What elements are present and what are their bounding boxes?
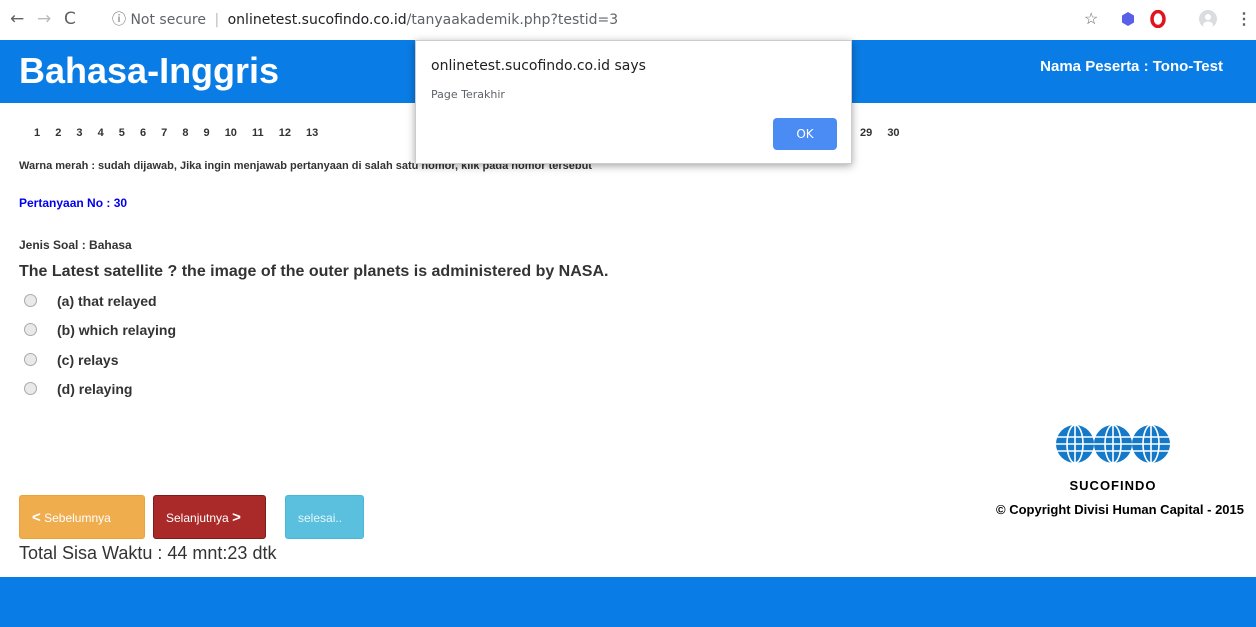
question-number-link[interactable]: 3	[76, 127, 82, 139]
option-label: (d) relaying	[57, 381, 133, 397]
info-icon[interactable]: ⓘ	[112, 12, 126, 28]
back-button[interactable]: ←	[10, 9, 24, 29]
answer-option-c[interactable]: (c) relays	[24, 352, 118, 372]
radio-button[interactable]	[24, 353, 37, 367]
question-number-link[interactable]: 13	[306, 127, 318, 139]
page-footer	[0, 577, 1256, 627]
time-remaining: Total Sisa Waktu : 44 mnt:23 dtk	[19, 543, 277, 563]
question-number-link[interactable]: 4	[98, 127, 104, 139]
question-number-link[interactable]: 10	[225, 127, 237, 139]
participant-name: Nama Peserta : Tono-Test	[1040, 58, 1223, 75]
question-number-link[interactable]: 5	[119, 127, 125, 139]
answer-option-b[interactable]: (b) which relaying	[24, 322, 176, 342]
finish-button[interactable]: selesai..	[285, 495, 364, 539]
alert-dialog: onlinetest.sucofindo.co.id says Page Ter…	[415, 40, 852, 164]
question-number-nav: 1 2 3 4 5 6 7 8 9 10 11 12 13	[34, 127, 330, 139]
question-number-label: Pertanyaan No : 30	[19, 196, 128, 210]
reload-button[interactable]: C	[64, 9, 76, 29]
question-number-nav-end: 29 30	[860, 127, 912, 139]
question-number-link[interactable]: 29	[860, 127, 872, 139]
answer-option-d[interactable]: (d) relaying	[24, 381, 132, 401]
question-number-link[interactable]: 8	[182, 127, 188, 139]
opera-extension-icon[interactable]	[1150, 9, 1166, 33]
question-type-label: Jenis Soal : Bahasa	[19, 238, 132, 252]
ok-button[interactable]: OK	[773, 118, 837, 150]
dialog-message: Page Terakhir	[431, 88, 505, 101]
profile-avatar-icon[interactable]	[1199, 10, 1217, 33]
answer-option-a[interactable]: (a) that relayed	[24, 293, 157, 313]
option-label: (a) that relayed	[57, 293, 157, 309]
address-bar[interactable]: ⓘ Not secure | onlinetest.sucofindo.co.i…	[112, 6, 942, 34]
security-label: Not secure	[130, 12, 206, 28]
question-text: The Latest satellite ? the image of the …	[19, 263, 609, 280]
chevron-right-icon: >	[232, 509, 241, 526]
menu-kebab-icon[interactable]: ⋮	[1236, 9, 1252, 29]
question-number-link[interactable]: 2	[55, 127, 61, 139]
radio-button[interactable]	[24, 294, 37, 308]
next-button[interactable]: Selanjutnya >	[153, 495, 266, 539]
browser-toolbar: ← → C ⓘ Not secure | onlinetest.sucofind…	[0, 0, 1256, 41]
forward-button[interactable]: →	[37, 9, 51, 29]
radio-button[interactable]	[24, 382, 37, 396]
question-number-link[interactable]: 12	[279, 127, 291, 139]
url-domain: onlinetest.sucofindo.co.id	[227, 12, 407, 28]
question-number-link[interactable]: 1	[34, 127, 40, 139]
question-number-link[interactable]: 6	[140, 127, 146, 139]
previous-button-label: Sebelumnya	[44, 511, 111, 525]
copyright: © Copyright Divisi Human Capital - 2015	[996, 502, 1244, 517]
question-number-link[interactable]: 30	[887, 127, 899, 139]
previous-button[interactable]: < Sebelumnya	[19, 495, 145, 539]
bookmark-star-icon[interactable]: ☆	[1084, 9, 1098, 29]
option-label: (c) relays	[57, 352, 119, 368]
url-path: /tanyaakademik.php?testid=3	[406, 12, 619, 28]
radio-button[interactable]	[24, 323, 37, 337]
logo-wordmark: SUCOFINDO	[1069, 478, 1157, 493]
option-label: (b) which relaying	[57, 322, 177, 338]
page-title: Bahasa-Inggris	[19, 50, 280, 91]
chevron-left-icon: <	[32, 509, 41, 526]
dialog-title: onlinetest.sucofindo.co.id says	[431, 58, 646, 74]
question-number-link[interactable]: 9	[204, 127, 210, 139]
next-button-label: Selanjutnya	[166, 511, 229, 525]
question-number-link[interactable]: 7	[161, 127, 167, 139]
question-number-link[interactable]: 11	[252, 127, 264, 139]
extension-icon[interactable]	[1120, 11, 1136, 32]
